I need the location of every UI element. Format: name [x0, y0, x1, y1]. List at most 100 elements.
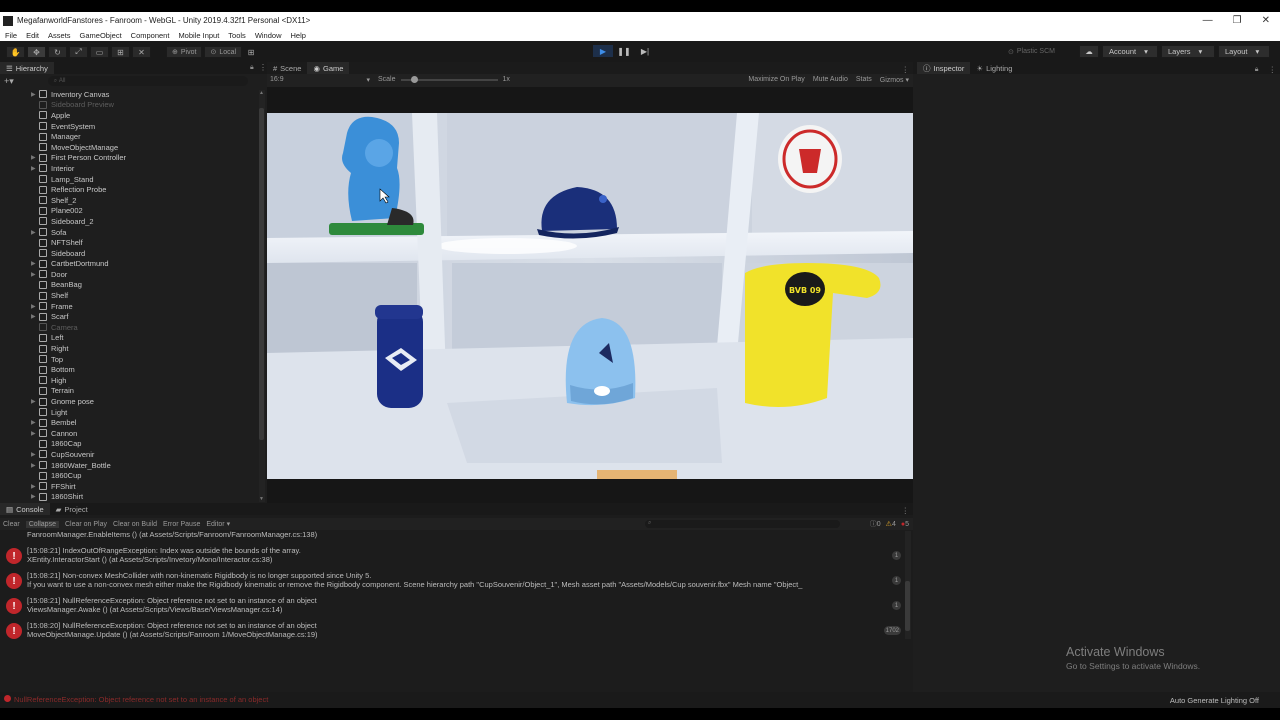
hierarchy-item[interactable]: BeanBag	[0, 280, 260, 291]
hierarchy-item[interactable]: Sideboard	[0, 248, 260, 259]
log-entry[interactable]: ! [15:08:21] Non-convex MeshCollider wit…	[4, 569, 909, 594]
editor-dropdown[interactable]: Editor ▾	[206, 520, 230, 528]
scale-slider[interactable]: Scale 1x	[378, 75, 510, 83]
scroll-up-arrow-icon[interactable]: ▲	[259, 90, 265, 96]
clear-on-build-toggle[interactable]: Clear on Build	[113, 521, 157, 528]
log-entry[interactable]: ! [15:08:21] IndexOutOfRangeException: I…	[4, 544, 909, 569]
hierarchy-item[interactable]: ▶ Sofa	[0, 227, 260, 238]
kebab-menu-icon[interactable]: ⋮	[902, 506, 910, 515]
gizmos-dropdown[interactable]: Gizmos ▾	[880, 76, 909, 84]
hierarchy-item[interactable]: 1860Cup	[0, 470, 260, 481]
fold-arrow-icon[interactable]: ▶	[31, 430, 39, 437]
fold-arrow-icon[interactable]: ▶	[31, 462, 39, 469]
tab-game[interactable]: ◉ Game	[307, 62, 350, 74]
hierarchy-scrollbar[interactable]: ▲ ▼	[259, 90, 265, 502]
hierarchy-item[interactable]: ▶ FFShirt	[0, 481, 260, 492]
fold-arrow-icon[interactable]: ▶	[31, 154, 39, 161]
hierarchy-item[interactable]: Right	[0, 343, 260, 354]
menu-file[interactable]: File	[5, 31, 17, 40]
fold-arrow-icon[interactable]: ▶	[31, 303, 39, 310]
hierarchy-item[interactable]: ▶ Cannon	[0, 428, 260, 439]
menu-edit[interactable]: Edit	[26, 31, 39, 40]
hierarchy-item[interactable]: ▶ Inventory Canvas	[0, 89, 260, 100]
custom-tool-icon[interactable]: ✕	[132, 46, 151, 58]
hierarchy-item[interactable]: Reflection Probe	[0, 184, 260, 195]
move-tool-icon[interactable]: ✥	[27, 46, 46, 58]
layout-dropdown[interactable]: Layout ▾	[1218, 45, 1270, 58]
hierarchy-item[interactable]: Terrain	[0, 386, 260, 397]
fold-arrow-icon[interactable]: ▶	[31, 451, 39, 458]
restore-button[interactable]: ❐	[1233, 15, 1242, 26]
local-toggle[interactable]: ⊙ Local	[204, 46, 243, 58]
menu-window[interactable]: Window	[255, 31, 282, 40]
menu-mobile-input[interactable]: Mobile Input	[178, 31, 219, 40]
kebab-menu-icon[interactable]: ⋮	[1269, 65, 1277, 74]
kebab-menu-icon[interactable]: ⋮	[902, 65, 910, 74]
fold-arrow-icon[interactable]: ▶	[31, 483, 39, 490]
hierarchy-item[interactable]: High	[0, 375, 260, 386]
grid-snap-icon[interactable]: ⊞	[244, 46, 258, 58]
hierarchy-item[interactable]: Shelf_2	[0, 195, 260, 206]
kebab-menu-icon[interactable]: ⋮	[259, 63, 267, 72]
hierarchy-item[interactable]: Shelf	[0, 290, 260, 301]
tab-scene[interactable]: # Scene	[267, 62, 307, 74]
hierarchy-item[interactable]: Bottom	[0, 364, 260, 375]
hierarchy-search-input[interactable]: ⌕ All	[47, 76, 248, 86]
info-count-toggle[interactable]: ⓘ0	[870, 519, 881, 529]
hierarchy-item[interactable]: ▶ 1860Water_Bottle	[0, 460, 260, 471]
layers-dropdown[interactable]: Layers ▾	[1161, 45, 1215, 58]
fold-arrow-icon[interactable]: ▶	[31, 419, 39, 426]
fold-arrow-icon[interactable]: ▶	[31, 271, 39, 278]
fold-arrow-icon[interactable]: ▶	[31, 260, 39, 267]
error-pause-toggle[interactable]: Error Pause	[163, 521, 200, 528]
fold-arrow-icon[interactable]: ▶	[31, 229, 39, 236]
fold-arrow-icon[interactable]: ▶	[31, 398, 39, 405]
hierarchy-item[interactable]: Light	[0, 407, 260, 418]
tab-lighting[interactable]: ☀ Lighting	[970, 62, 1018, 74]
hierarchy-item[interactable]: NFTShelf	[0, 237, 260, 248]
hierarchy-item[interactable]: Sideboard Preview	[0, 100, 260, 111]
game-viewport[interactable]: BVB 09	[267, 113, 913, 479]
fold-arrow-icon[interactable]: ▶	[31, 165, 39, 172]
hierarchy-item[interactable]: EventSystem	[0, 121, 260, 132]
log-entry[interactable]: ! [15:08:21] NullReferenceException: Obj…	[4, 594, 909, 619]
status-message[interactable]: NullReferenceException: Object reference…	[14, 695, 268, 704]
transform-tool-icon[interactable]: ⊞	[111, 46, 130, 58]
stats-toggle[interactable]: Stats	[856, 76, 872, 84]
fold-arrow-icon[interactable]: ▶	[31, 91, 39, 98]
collapse-toggle[interactable]: Collapse	[25, 520, 59, 528]
scale-tool-icon[interactable]: ⤢	[69, 46, 88, 58]
console-scroll-thumb[interactable]	[905, 581, 910, 631]
mute-audio-toggle[interactable]: Mute Audio	[813, 76, 848, 84]
scale-handle[interactable]	[410, 75, 418, 83]
scale-track[interactable]	[400, 75, 498, 83]
hierarchy-item[interactable]: ▶ Interior	[0, 163, 260, 174]
fold-arrow-icon[interactable]: ▶	[31, 313, 39, 320]
console-search-input[interactable]: ⌕	[645, 520, 840, 528]
hierarchy-item[interactable]: ▶ First Person Controller	[0, 153, 260, 164]
cloud-button[interactable]: ☁	[1079, 45, 1099, 58]
hierarchy-item[interactable]: Left	[0, 333, 260, 344]
clear-button[interactable]: Clear	[3, 521, 20, 528]
maximize-on-play-toggle[interactable]: Maximize On Play	[748, 76, 804, 84]
hand-tool-icon[interactable]: ✋	[6, 46, 25, 58]
step-button[interactable]: ▶|	[635, 45, 655, 57]
rotate-tool-icon[interactable]: ↻	[48, 46, 67, 58]
rect-tool-icon[interactable]: ▭	[90, 46, 109, 58]
lock-icon[interactable]: 🔒︎	[250, 64, 254, 72]
account-dropdown[interactable]: Account ▾	[1102, 45, 1158, 58]
play-button[interactable]: ▶	[593, 45, 613, 57]
auto-lighting-status[interactable]: Auto Generate Lighting Off	[1170, 696, 1259, 705]
error-count-toggle[interactable]: ●5	[901, 521, 909, 528]
plastic-scm-button[interactable]: ⊙ Plastic SCM	[1008, 45, 1055, 58]
hierarchy-item[interactable]: ▶ CupSouvenir	[0, 449, 260, 460]
hierarchy-item[interactable]: ▶ Bembel	[0, 417, 260, 428]
hierarchy-item[interactable]: ▶ Gnome pose	[0, 396, 260, 407]
hierarchy-item[interactable]: ▶ 1860Shirt	[0, 492, 260, 503]
hierarchy-item[interactable]: ▶ Door	[0, 269, 260, 280]
tab-hierarchy[interactable]: ☰ Hierarchy	[0, 62, 54, 74]
hierarchy-item[interactable]: Camera	[0, 322, 260, 333]
aspect-dropdown[interactable]: 16:9 ▾	[270, 76, 370, 84]
warning-count-toggle[interactable]: ⚠4	[886, 520, 896, 528]
lock-icon[interactable]: 🔒︎	[1255, 66, 1259, 74]
